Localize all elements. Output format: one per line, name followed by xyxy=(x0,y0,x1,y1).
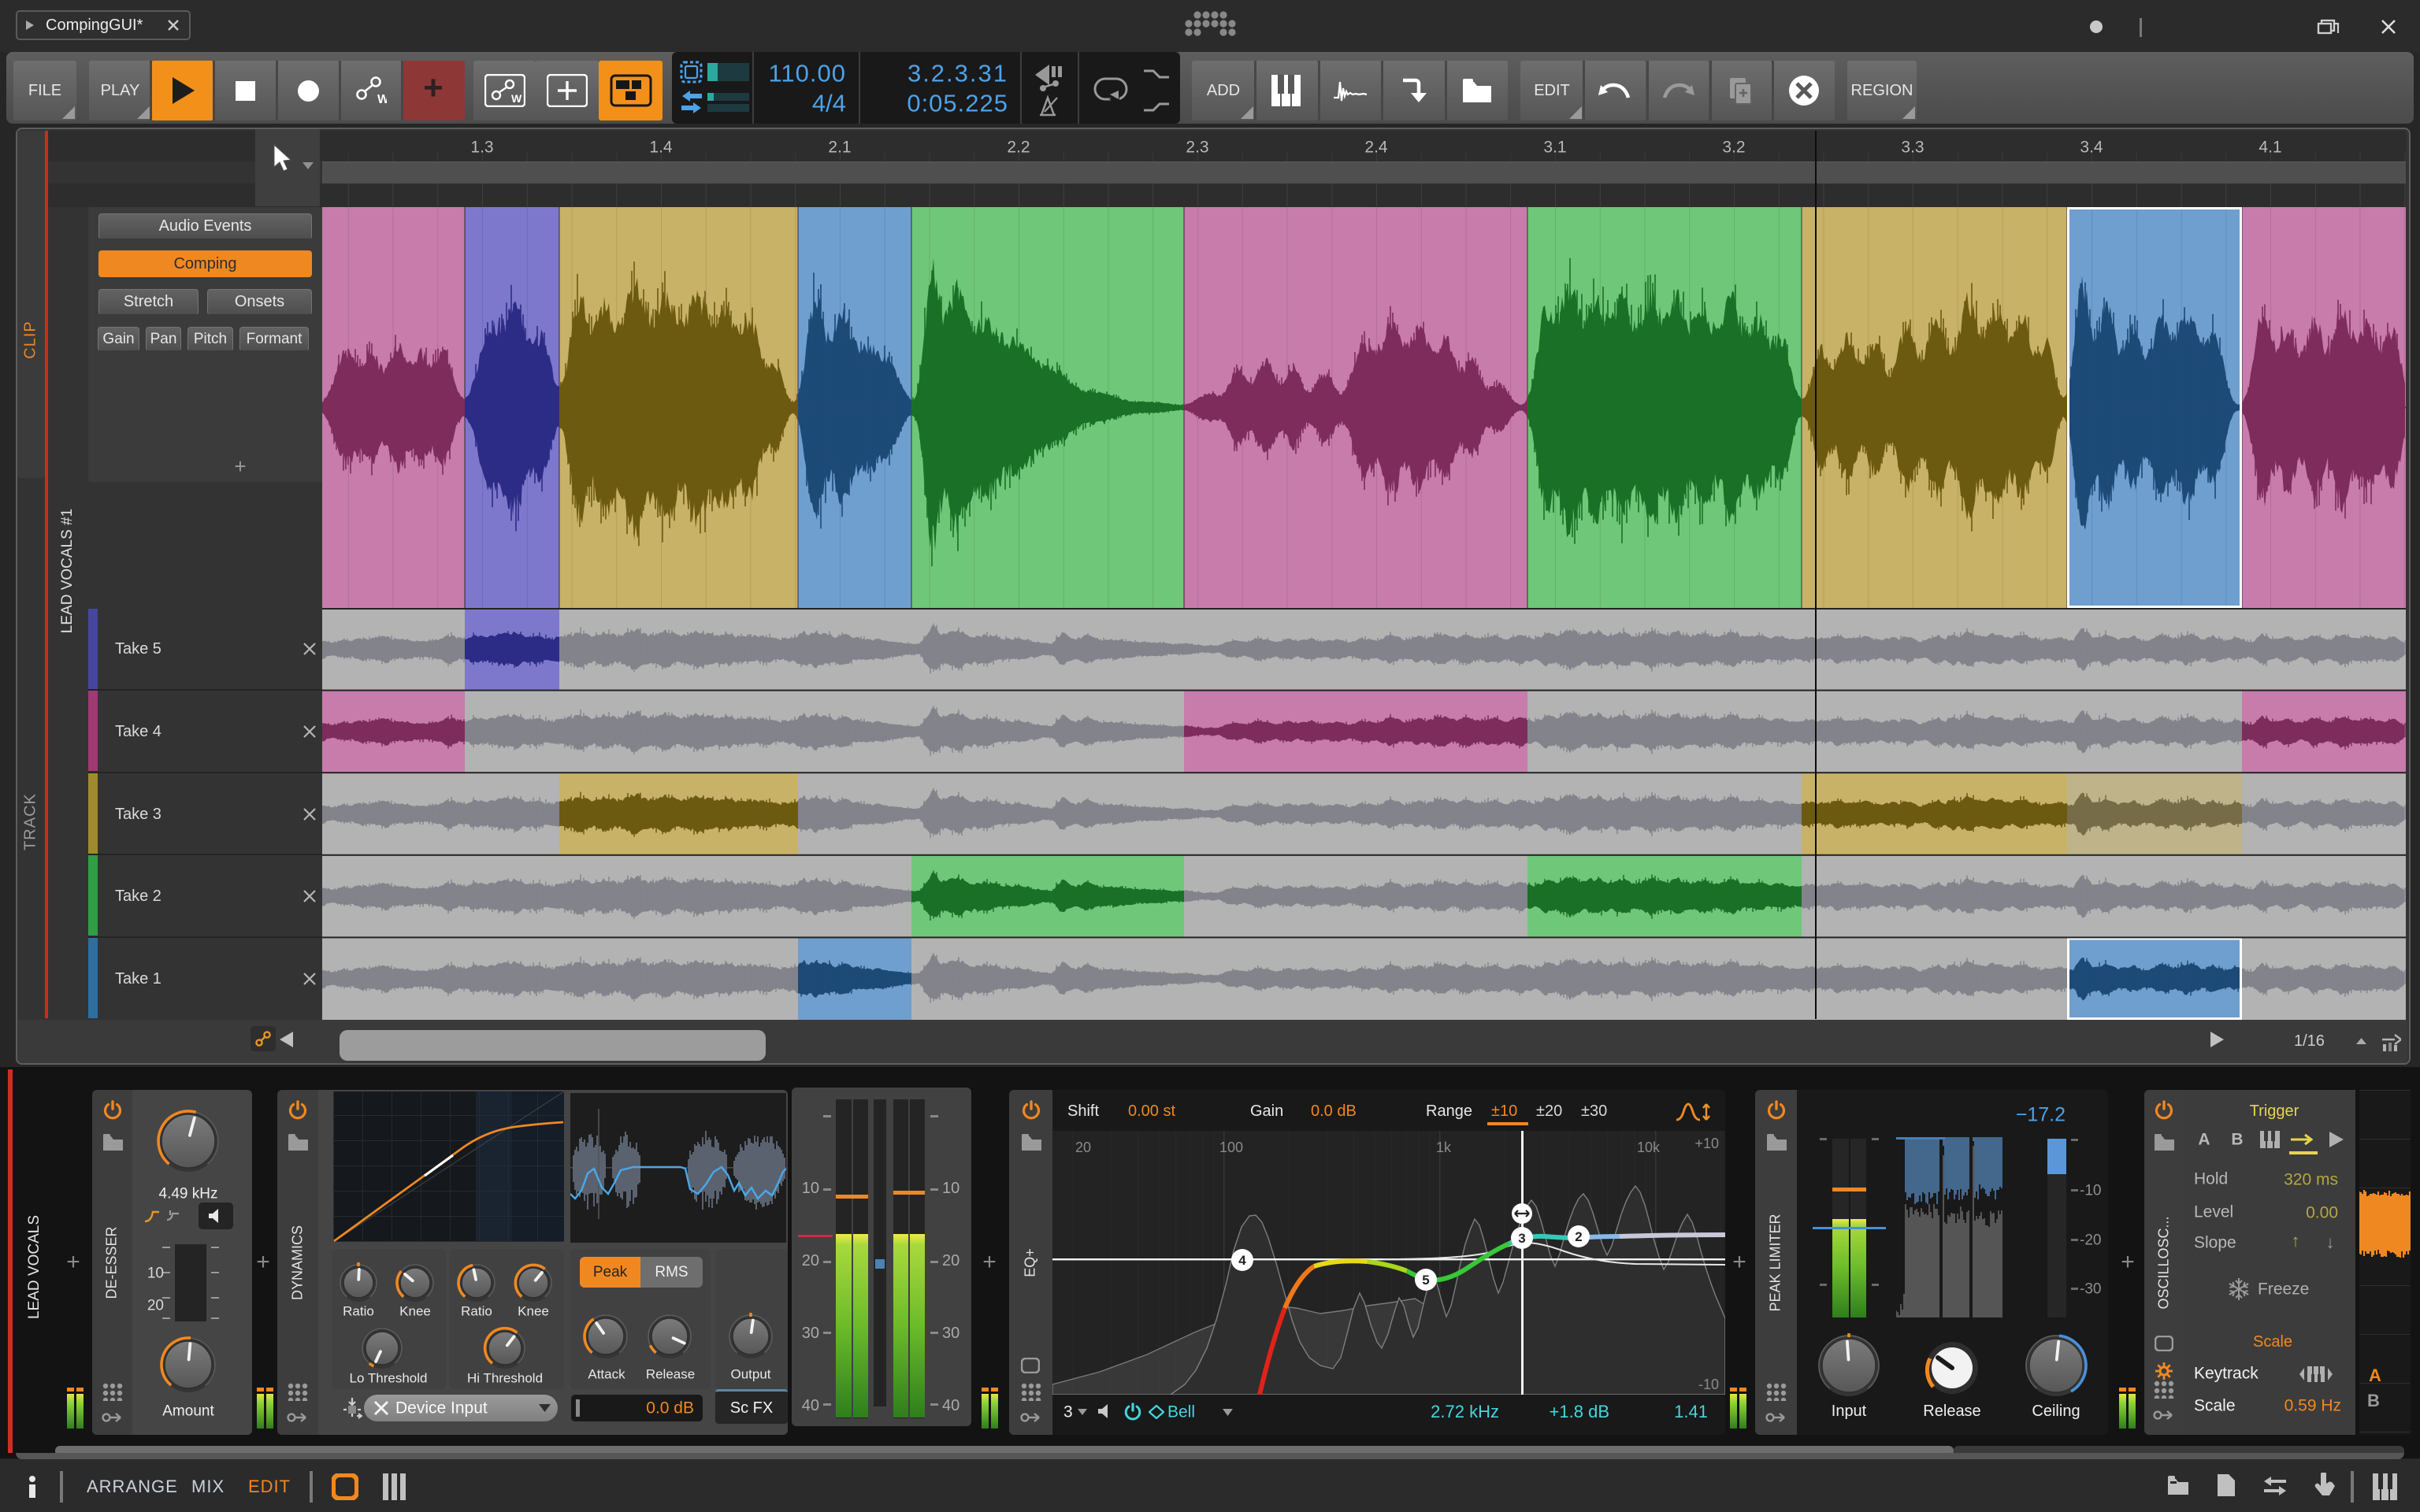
svg-text:100: 100 xyxy=(1219,1140,1243,1155)
svg-text:2: 2 xyxy=(1575,1229,1582,1244)
svg-text:3: 3 xyxy=(1518,1231,1525,1246)
svg-text:4: 4 xyxy=(1238,1253,1246,1268)
svg-text:20: 20 xyxy=(1075,1140,1091,1155)
svg-text:+10: +10 xyxy=(1694,1136,1719,1151)
svg-text:1k: 1k xyxy=(1436,1140,1452,1155)
svg-text:-10: -10 xyxy=(1698,1377,1719,1392)
svg-text:5: 5 xyxy=(1422,1273,1429,1288)
svg-text:10k: 10k xyxy=(1637,1140,1661,1155)
svg-text:W: W xyxy=(377,93,387,106)
svg-text:W: W xyxy=(511,92,522,105)
